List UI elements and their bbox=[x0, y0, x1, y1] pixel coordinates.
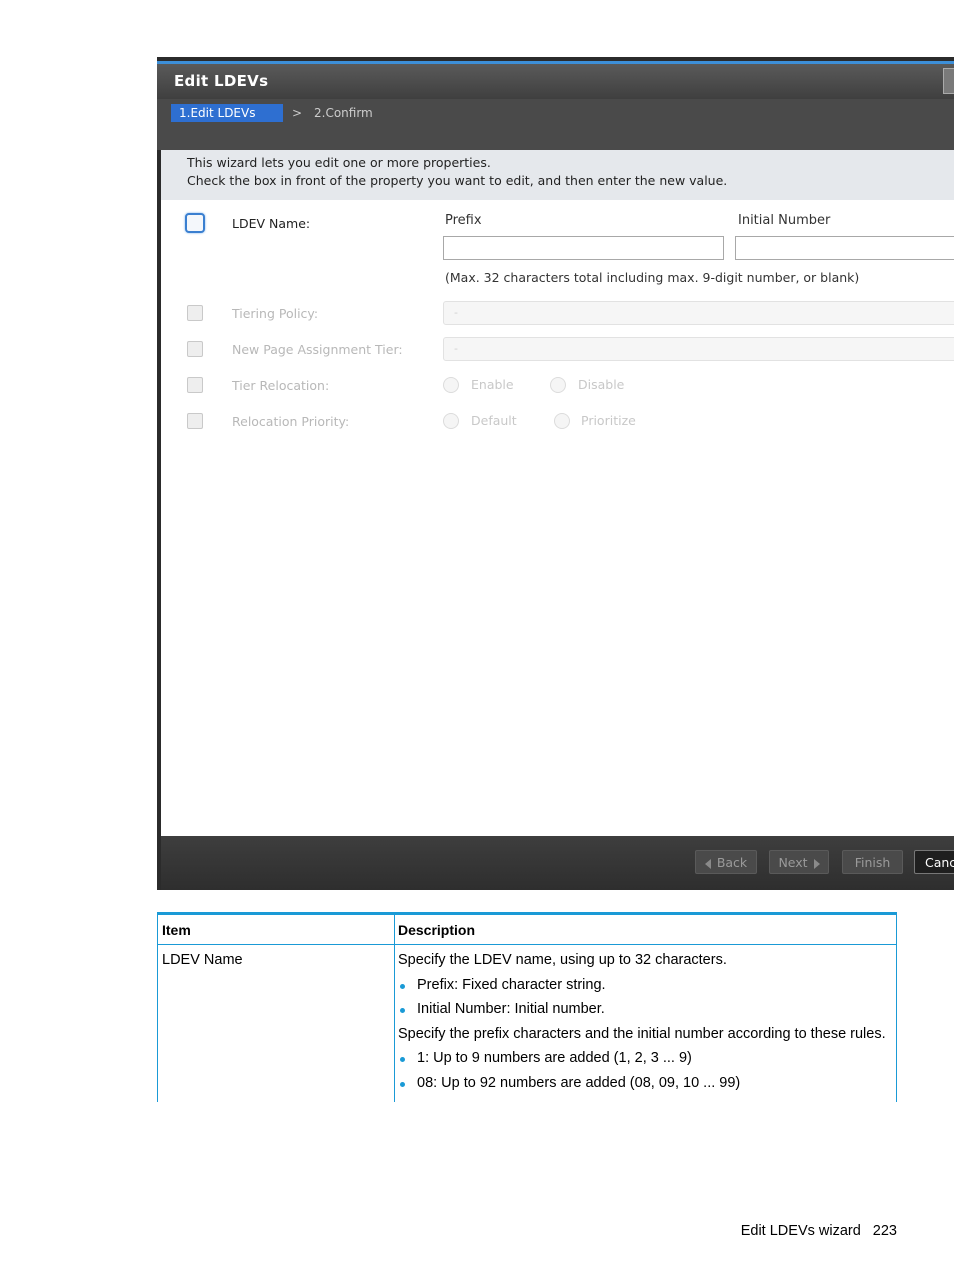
ldev-name-label: LDEV Name: bbox=[232, 216, 311, 231]
back-arrow-icon bbox=[704, 858, 711, 869]
new-page-assignment-tier-label: New Page Assignment Tier: bbox=[232, 342, 403, 357]
desc-bullet: Prefix: Fixed character string. bbox=[398, 977, 886, 1002]
intro-line-1: This wizard lets you edit one or more pr… bbox=[187, 155, 491, 170]
description-cell: Specify the LDEV name, using up to 32 ch… bbox=[398, 952, 886, 1099]
enable-radio-label: Enable bbox=[471, 377, 514, 392]
page-number: 223 bbox=[872, 1223, 897, 1239]
intro-line-2: Check the box in front of the property y… bbox=[187, 173, 728, 188]
back-button[interactable]: Back bbox=[695, 850, 757, 874]
close-icon[interactable] bbox=[943, 68, 954, 94]
cancel-button[interactable]: Cancel bbox=[914, 850, 954, 874]
default-radio-label: Default bbox=[471, 413, 517, 428]
disable-radio-label: Disable bbox=[578, 377, 625, 392]
next-arrow-icon bbox=[813, 858, 820, 869]
desc-bullet: Initial Number: Initial number. bbox=[398, 1001, 886, 1026]
wizard-content: This wizard lets you edit one or more pr… bbox=[161, 150, 954, 836]
edit-ldevs-dialog: Edit LDEVs 1.Edit LDEVs > 2.Confirm This… bbox=[157, 57, 954, 890]
new-page-assignment-tier-dropdown[interactable]: - bbox=[443, 337, 954, 361]
relocation-priority-label: Relocation Priority: bbox=[232, 414, 350, 429]
default-radio[interactable] bbox=[443, 413, 459, 429]
step-confirm[interactable]: 2.Confirm bbox=[314, 104, 373, 122]
page-footer: Edit LDEVs wizard 223 bbox=[741, 1223, 897, 1239]
item-header: Item bbox=[162, 922, 191, 938]
tiering-policy-label: Tiering Policy: bbox=[232, 306, 319, 321]
description-header: Description bbox=[398, 922, 476, 938]
tiering-policy-dropdown[interactable]: - bbox=[443, 301, 954, 325]
prefix-header: Prefix bbox=[445, 213, 482, 228]
desc-bullet: 1: Up to 9 numbers are added (1, 2, 3 ..… bbox=[398, 1050, 886, 1075]
enable-radio[interactable] bbox=[443, 377, 459, 393]
step-edit-ldevs[interactable]: 1.Edit LDEVs bbox=[171, 104, 283, 122]
prioritize-radio[interactable] bbox=[554, 413, 570, 429]
dialog-titlebar bbox=[157, 64, 954, 99]
tiering-policy-value: - bbox=[454, 306, 458, 319]
intro-banner: This wizard lets you edit one or more pr… bbox=[161, 150, 954, 200]
dialog-footer: Back Next Finish Cancel bbox=[161, 836, 954, 890]
ldev-name-checkbox[interactable] bbox=[185, 213, 205, 233]
desc-line: Specify the prefix characters and the in… bbox=[398, 1025, 886, 1042]
initial-number-input[interactable] bbox=[735, 236, 954, 260]
item-cell: LDEV Name bbox=[162, 952, 243, 968]
tier-relocation-checkbox[interactable] bbox=[187, 377, 203, 393]
section-title: Edit LDEVs wizard bbox=[740, 1223, 861, 1239]
prioritize-radio-label: Prioritize bbox=[581, 413, 636, 428]
ldev-name-hint: (Max. 32 characters total including max.… bbox=[445, 270, 860, 285]
description-table: Item Description LDEV Name Specify the L… bbox=[157, 912, 897, 1102]
desc-line: Specify the LDEV name, using up to 32 ch… bbox=[398, 952, 727, 968]
table-header: Item Description bbox=[157, 915, 897, 945]
prefix-input[interactable] bbox=[443, 236, 724, 260]
finish-button[interactable]: Finish bbox=[842, 850, 903, 874]
new-page-assignment-tier-value: - bbox=[454, 342, 458, 355]
table-row: LDEV Name Specify the LDEV name, using u… bbox=[157, 945, 897, 1102]
dialog-title: Edit LDEVs bbox=[174, 72, 269, 90]
tier-relocation-label: Tier Relocation: bbox=[232, 378, 330, 393]
new-page-assignment-tier-checkbox[interactable] bbox=[187, 341, 203, 357]
step-separator: > bbox=[292, 106, 303, 120]
desc-bullet: 08: Up to 92 numbers are added (08, 09, … bbox=[398, 1075, 886, 1100]
next-button[interactable]: Next bbox=[769, 850, 829, 874]
initial-number-header: Initial Number bbox=[738, 213, 831, 228]
relocation-priority-checkbox[interactable] bbox=[187, 413, 203, 429]
tiering-policy-checkbox[interactable] bbox=[187, 305, 203, 321]
disable-radio[interactable] bbox=[550, 377, 566, 393]
